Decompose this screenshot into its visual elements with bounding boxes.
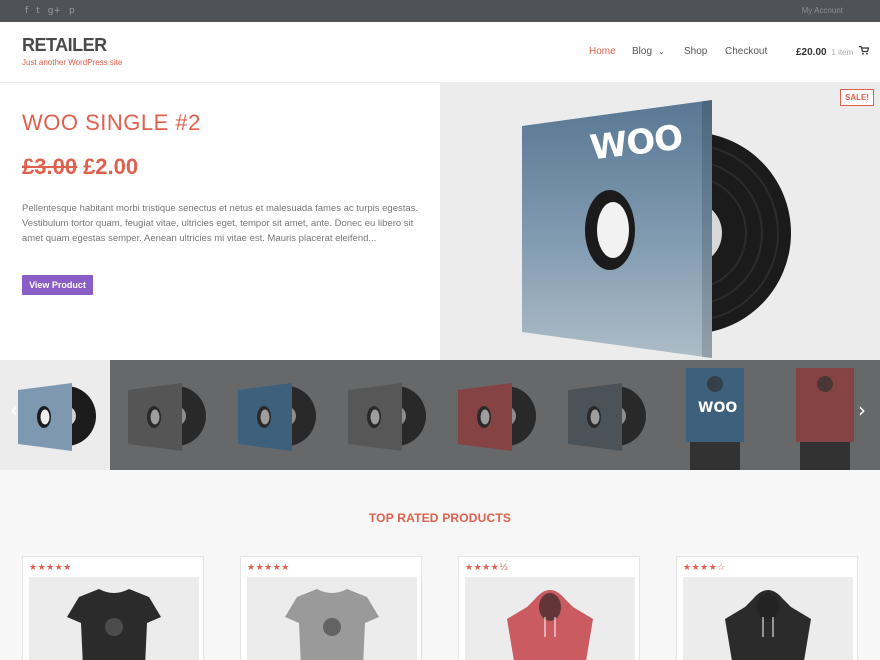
cart-summary[interactable]: £20.00 1 item bbox=[796, 45, 870, 58]
star-rating: ★★★★½ bbox=[465, 563, 509, 573]
poster-label: WOO bbox=[698, 400, 738, 416]
nav-shop[interactable]: Shop bbox=[684, 46, 707, 57]
top-rated-section: TOP RATED PRODUCTS ★★★★★ ★★★★★ ★★★★½ ★★★… bbox=[0, 470, 880, 660]
cart-count: 1 item bbox=[831, 48, 854, 57]
thumbnail-carousel: WOO bbox=[0, 360, 880, 470]
view-product-button[interactable]: View Product bbox=[22, 275, 93, 295]
product-image[interactable] bbox=[683, 577, 853, 660]
twitter-icon[interactable]: t bbox=[36, 5, 40, 17]
product-card[interactable]: ★★★★★ bbox=[240, 556, 422, 660]
chevron-left-icon[interactable]: ‹ bbox=[10, 398, 18, 422]
thumbnail-7[interactable]: WOO bbox=[660, 360, 770, 470]
product-image[interactable] bbox=[29, 577, 199, 660]
section-title: TOP RATED PRODUCTS bbox=[368, 511, 512, 525]
pinterest-icon[interactable]: p bbox=[69, 5, 75, 17]
nav-checkout[interactable]: Checkout bbox=[725, 46, 767, 57]
product-description: Pellentesque habitant morbi tristique se… bbox=[22, 203, 419, 244]
sale-badge: SALE! bbox=[840, 89, 874, 106]
product-price: £3.00 £2.00 bbox=[22, 154, 138, 180]
thumbnail-2[interactable] bbox=[110, 360, 220, 470]
product-card[interactable]: ★★★★★ bbox=[22, 556, 204, 660]
chevron-down-icon: ⌄ bbox=[658, 47, 665, 56]
product-image[interactable] bbox=[247, 577, 417, 660]
thumbnail-5[interactable] bbox=[440, 360, 550, 470]
star-rating: ★★★★☆ bbox=[683, 563, 726, 573]
thumbnail-6[interactable] bbox=[550, 360, 660, 470]
product-image[interactable] bbox=[465, 577, 635, 660]
product-card[interactable]: ★★★★☆ bbox=[676, 556, 858, 660]
star-rating: ★★★★★ bbox=[247, 563, 290, 573]
main-nav: Home Blog ⌄ Shop Checkout bbox=[0, 46, 880, 60]
hero-text-panel: WOO SINGLE #2 £3.00 £2.00 Pellentesque ha… bbox=[0, 83, 440, 360]
top-bar: f t g+ p My Account bbox=[0, 0, 880, 22]
product-title[interactable]: WOO SINGLE #2 bbox=[22, 110, 201, 136]
my-account-link[interactable]: My Account bbox=[802, 6, 843, 15]
site-header: RETAILER Just another WordPress site Hom… bbox=[0, 22, 880, 83]
thumbnail-4[interactable] bbox=[330, 360, 440, 470]
nav-home[interactable]: Home bbox=[589, 46, 616, 57]
social-links: f t g+ p bbox=[25, 5, 75, 17]
product-card[interactable]: ★★★★½ bbox=[458, 556, 640, 660]
old-price: £3.00 bbox=[22, 154, 78, 179]
thumbnail-3[interactable] bbox=[220, 360, 330, 470]
star-rating: ★★★★★ bbox=[29, 563, 72, 573]
facebook-icon[interactable]: f bbox=[25, 5, 28, 17]
shopping-cart-icon bbox=[858, 45, 870, 57]
sale-price: £2.00 bbox=[83, 154, 139, 179]
google-plus-icon[interactable]: g+ bbox=[48, 5, 61, 17]
nav-blog-label: Blog bbox=[632, 46, 653, 57]
hero-image-panel: WOO SALE! bbox=[440, 83, 880, 360]
nav-blog[interactable]: Blog ⌄ bbox=[632, 46, 665, 57]
cart-amount: £20.00 bbox=[796, 47, 827, 58]
chevron-right-icon[interactable]: › bbox=[858, 398, 866, 422]
